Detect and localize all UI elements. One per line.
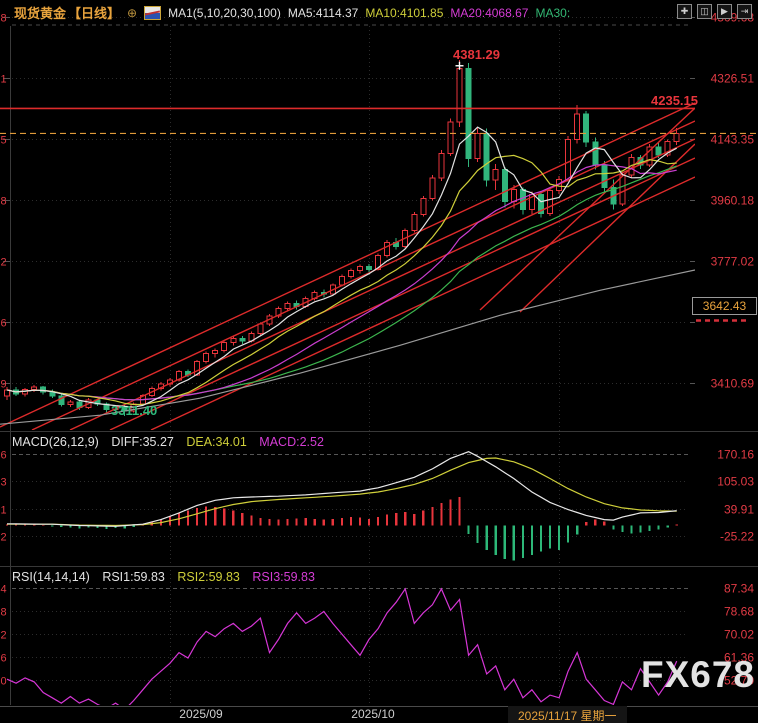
macd-axis-clipped-digit: 6 (1, 450, 7, 462)
y-axis-clipped-digit: 9 (1, 379, 7, 391)
move-icon[interactable]: ✚ (677, 4, 692, 19)
macd-axis-label: 39.91 (724, 503, 754, 517)
grid-layer (3, 17, 695, 705)
y-axis-label: 3777.02 (711, 255, 755, 269)
exit-icon[interactable]: ⇥ (737, 4, 752, 19)
forward-icon[interactable]: ▶ (717, 4, 732, 19)
rsi-header: RSI(14,14,14) RSI1:59.83 RSI2:59.83 RSI3… (12, 570, 324, 584)
candles-layer (4, 59, 680, 417)
rsi-axis-clipped-digit: 2 (1, 630, 7, 642)
rsi1-value: RSI1:59.83 (102, 570, 165, 584)
rsi-axis-clipped-digit: 6 (1, 653, 7, 665)
chart-toolbar: ✚ ◫ ▶ ⇥ (677, 4, 752, 19)
y-axis-clipped-digit: 1 (1, 74, 7, 86)
rsi-axis-label: 70.02 (724, 628, 754, 642)
rsi-axis-label: 87.34 (724, 582, 754, 596)
chart-header: 现货黄金 【日线】 ⊕ MA1(5,10,20,30,100) MA5:4114… (0, 0, 758, 25)
rsi3-value: RSI3:59.83 (252, 570, 315, 584)
x-axis-current-date[interactable]: 2025/11/17 星期一 (508, 706, 627, 723)
rsi-axis-clipped-digit: 8 (1, 607, 7, 619)
macd-axis-clipped-digit: 2 (1, 532, 7, 544)
macd-header: MACD(26,12,9) DIFF:35.27 DEA:34.01 MACD:… (12, 435, 333, 449)
macd-axis-label: -25.22 (720, 530, 754, 544)
rsi-line-layer (6, 587, 678, 705)
y-axis-clipped-digit: 2 (1, 257, 7, 269)
settings-icon[interactable]: ⊕ (127, 7, 137, 19)
peak-price-label: 4381.29 (453, 47, 500, 62)
rsi-axis-clipped-digit: 0 (1, 676, 7, 688)
ma10-value: MA10:4101.85 (365, 5, 444, 20)
macd-axis-label: 170.16 (717, 448, 754, 462)
ma30-value: MA30: (535, 5, 571, 20)
y-axis-label: 4143.35 (711, 133, 755, 147)
watermark: FX678 (640, 654, 755, 695)
interval-label[interactable]: 【日线】 (68, 3, 120, 22)
ma100-line (0, 269, 695, 425)
x-axis-label-oct: 2025/10 (351, 707, 395, 721)
y-axis-clipped-digit: 6 (1, 318, 7, 330)
panel-icon[interactable]: ◫ (697, 4, 712, 19)
y-axis-clipped-digit: 8 (1, 196, 7, 208)
ma-lines-layer (0, 126, 695, 425)
macd-axis-clipped-digit: 3 (1, 477, 7, 489)
symbol-title: 现货黄金 (14, 6, 67, 21)
chart-app: 4509.68 8 4326.51 1 4143.35 5 3960.18 8 3777.02 2… (0, 0, 758, 723)
marked-price-label[interactable]: 3642.43 (692, 297, 757, 315)
x-axis-label-sep: 2025/09 (179, 707, 223, 721)
rsi-axis-clipped-digit: 4 (1, 584, 7, 596)
rsi-title: RSI(14,14,14) (12, 570, 90, 584)
ma-group-label: MA1(5,10,20,30,100) (168, 5, 281, 20)
chart-canvas[interactable]: 4509.6884326.5114143.3553960.1883777.022… (0, 0, 758, 723)
y-axis-label: 4326.51 (711, 72, 755, 86)
swing-low-label: 3311.40 (111, 403, 158, 418)
macd-diff-value: DIFF:35.27 (111, 435, 174, 449)
diff-line (6, 451, 677, 527)
macd-histogram (5, 496, 678, 561)
macd-axis-clipped-digit: 1 (1, 505, 7, 517)
price-level-lines (0, 61, 756, 135)
rsi-axis-label: 78.68 (724, 605, 754, 619)
ma20-value: MA20:4068.67 (450, 5, 529, 20)
macd-macd-value: MACD:2.52 (259, 435, 324, 449)
resistance-price-label: 4235.15 (651, 93, 698, 108)
rsi-line (6, 587, 678, 705)
y-axis-label: 3410.69 (711, 377, 755, 391)
macd-dea-value: DEA:34.01 (186, 435, 247, 449)
macd-lines (6, 451, 677, 527)
rsi2-value: RSI2:59.83 (177, 570, 240, 584)
y-axis-clipped-digit: 5 (1, 135, 7, 147)
trend-lines-layer (0, 102, 695, 430)
ma5-value: MA5:4114.37 (287, 5, 359, 20)
chart-style-icon[interactable] (144, 5, 162, 20)
y-axis-label: 3960.18 (711, 194, 755, 208)
macd-title: MACD(26,12,9) (12, 435, 99, 449)
macd-axis-label: 105.03 (717, 475, 754, 489)
